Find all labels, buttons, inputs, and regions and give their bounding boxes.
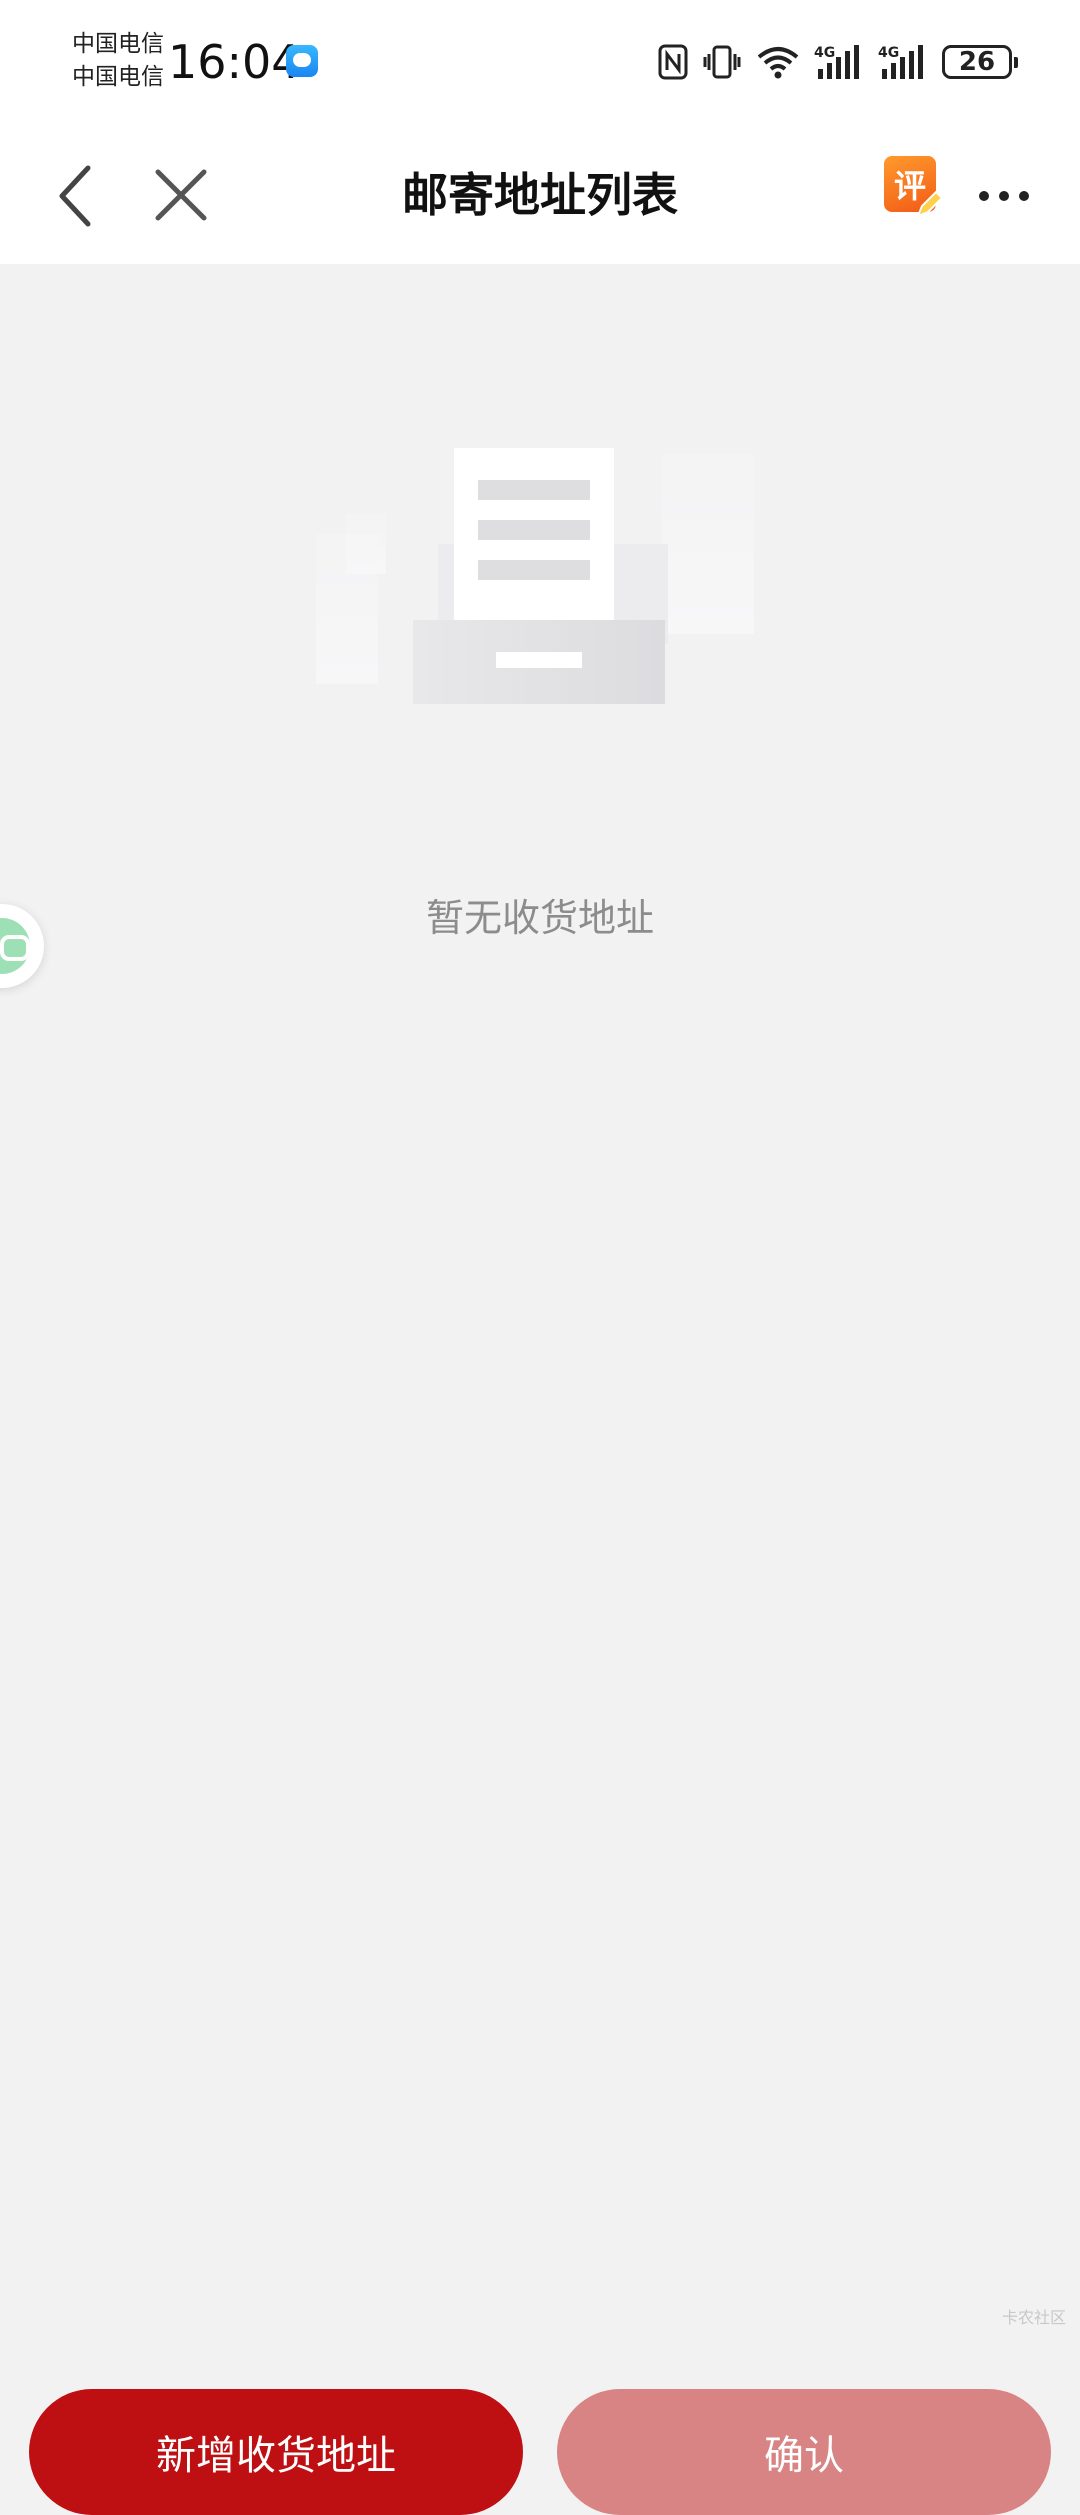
empty-document-tray-illustration (316, 448, 754, 704)
battery-icon: 26 (942, 45, 1018, 79)
review-icon[interactable]: 评 (884, 156, 944, 220)
message-app-icon (286, 45, 318, 77)
signal-4g-icon: 4G (814, 45, 859, 79)
more-icon[interactable] (976, 176, 1032, 216)
back-arrow-icon[interactable] (50, 158, 110, 234)
status-time: 16:04 (168, 35, 301, 89)
status-bar: 中国电信 中国电信 16:04 4G 4G 26 (0, 0, 1080, 130)
page-title: 邮寄地址列表 (402, 168, 678, 222)
wifi-icon (757, 47, 799, 79)
battery-level: 26 (958, 47, 996, 77)
address-list-content: 暂无收货地址 新增收货地址 确认 卡农社区 (0, 264, 1080, 2515)
close-icon[interactable] (146, 160, 216, 230)
carrier-info: 中国电信 中国电信 (72, 28, 167, 94)
empty-state-message: 暂无收货地址 (425, 896, 654, 940)
nfc-icon (658, 44, 688, 80)
carrier-1: 中国电信 (72, 31, 164, 57)
carrier-2: 中国电信 (72, 64, 164, 90)
title-bar: 邮寄地址列表 评 (0, 130, 1080, 264)
signal-1-label: 4G (814, 45, 835, 61)
add-address-button[interactable]: 新增收货地址 (29, 2389, 523, 2515)
watermark: 卡农社区 (1001, 2308, 1066, 2327)
confirm-button[interactable]: 确认 (557, 2389, 1051, 2515)
pencil-icon (916, 190, 944, 218)
signal-4g-icon: 4G (878, 45, 923, 79)
vibrate-icon (703, 45, 741, 79)
signal-2-label: 4G (878, 45, 899, 61)
status-icons: 4G 4G 26 (658, 40, 1018, 84)
